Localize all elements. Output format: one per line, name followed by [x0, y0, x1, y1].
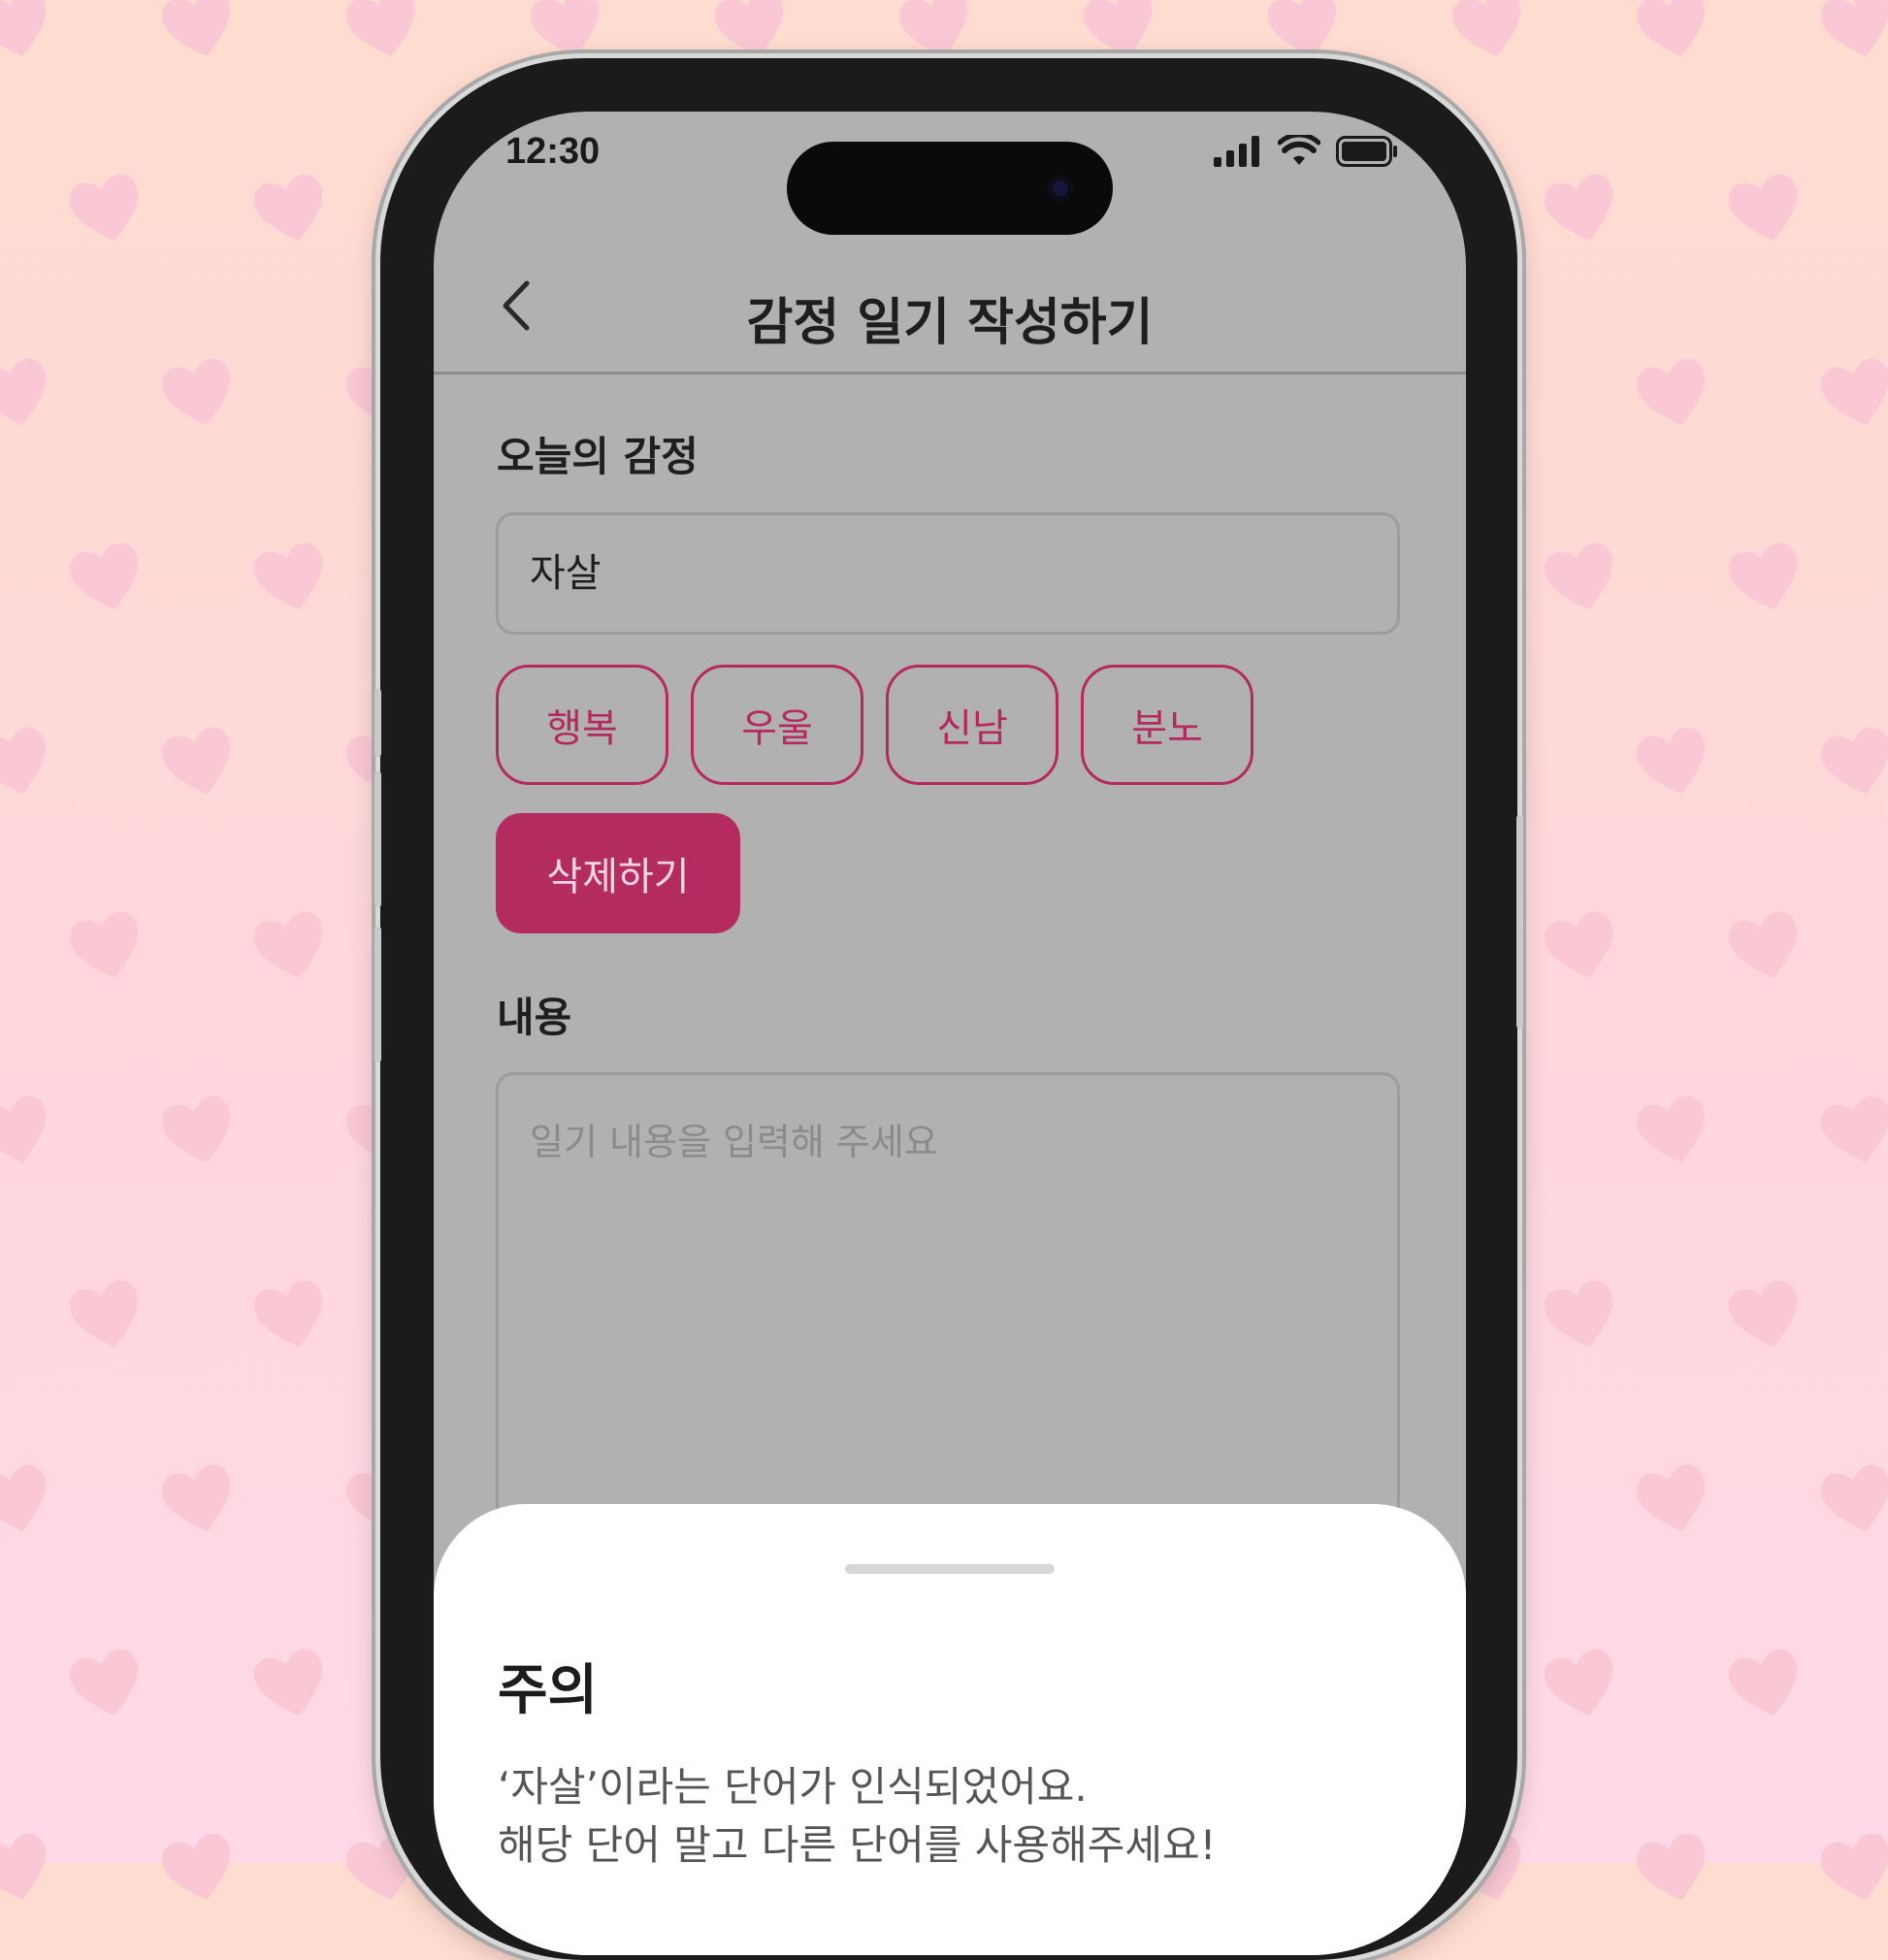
- heart-pattern-icon: [254, 174, 322, 242]
- warning-message-line-1: ‘자살’이라는 단어가 인식되었어요.: [498, 1763, 1088, 1811]
- content-section-label: 내용: [497, 994, 572, 1041]
- heart-pattern-icon: [1729, 174, 1797, 242]
- phone-action-button: [374, 689, 381, 757]
- heart-pattern-icon: [1637, 358, 1705, 426]
- heart-pattern-icon: [0, 0, 46, 57]
- heart-pattern-icon: [0, 727, 46, 795]
- dynamic-island: [787, 142, 1113, 235]
- page-title: 감정 일기 작성하기: [746, 294, 1154, 352]
- heart-pattern-icon: [162, 358, 230, 426]
- heart-pattern-icon: [1545, 1280, 1612, 1348]
- warning-bottom-sheet: 주의 ‘자살’이라는 단어가 인식되었어요. 해당 단어 말고 다른 단어를 사…: [434, 1504, 1466, 1955]
- emotion-chip-excited[interactable]: 신남: [886, 665, 1058, 785]
- heart-pattern-icon: [254, 1280, 322, 1348]
- battery-icon: [1336, 136, 1397, 167]
- heart-pattern-icon: [1729, 1280, 1797, 1348]
- heart-pattern-icon: [70, 542, 138, 610]
- heart-pattern-icon: [1637, 1464, 1705, 1532]
- heart-pattern-icon: [1637, 1095, 1705, 1163]
- status-icons: [1214, 135, 1398, 168]
- heart-pattern-icon: [1821, 727, 1888, 795]
- heart-pattern-icon: [1637, 1833, 1705, 1901]
- navigation-bar: 감정 일기 작성하기: [434, 243, 1466, 375]
- warning-message: ‘자살’이라는 단어가 인식되었어요. 해당 단어 말고 다른 단어를 사용해주…: [498, 1758, 1216, 1875]
- status-time: 12:30: [505, 131, 601, 172]
- heart-pattern-icon: [1729, 542, 1797, 610]
- warning-message-line-2: 해당 단어 말고 다른 단어를 사용해주세요!: [498, 1821, 1217, 1869]
- heart-pattern-icon: [1637, 727, 1705, 795]
- cellular-signal-icon: [1214, 136, 1259, 167]
- emotion-chip-angry[interactable]: 분노: [1081, 665, 1253, 785]
- heart-pattern-icon: [162, 0, 230, 57]
- heart-pattern-icon: [1452, 0, 1520, 57]
- diary-content-placeholder: 일기 내용을 입력해 주세요: [530, 1121, 938, 1163]
- emotion-input[interactable]: 자살: [496, 512, 1400, 635]
- emotion-section-label: 오늘의 감정: [497, 433, 699, 480]
- warning-title: 주의: [498, 1659, 599, 1722]
- heart-pattern-icon: [1729, 911, 1797, 979]
- heart-pattern-icon: [1821, 1095, 1888, 1163]
- heart-pattern-icon: [1821, 0, 1888, 57]
- delete-button[interactable]: 삭제하기: [496, 813, 740, 933]
- phone-screen: 12:30 감정 일기 작성하기 오늘의 감정 자살 행복 우울 신남 분노 삭…: [434, 112, 1466, 1955]
- heart-pattern-icon: [0, 1095, 46, 1163]
- sheet-drag-handle[interactable]: [845, 1564, 1055, 1574]
- phone-power-button: [1516, 815, 1523, 1029]
- heart-pattern-icon: [162, 1095, 230, 1163]
- phone-volume-down-button: [374, 927, 381, 1062]
- heart-pattern-icon: [162, 727, 230, 795]
- heart-pattern-icon: [1821, 1833, 1888, 1901]
- heart-pattern-icon: [254, 542, 322, 610]
- heart-pattern-icon: [0, 1833, 46, 1901]
- heart-pattern-icon: [1637, 0, 1705, 57]
- heart-pattern-icon: [70, 911, 138, 979]
- heart-pattern-icon: [1821, 1464, 1888, 1532]
- wifi-icon: [1278, 135, 1320, 165]
- heart-pattern-icon: [70, 1280, 138, 1348]
- heart-pattern-icon: [1545, 911, 1612, 979]
- phone-volume-up-button: [374, 771, 381, 907]
- heart-pattern-icon: [162, 1833, 230, 1901]
- heart-pattern-icon: [1545, 174, 1612, 242]
- heart-pattern-icon: [70, 1649, 138, 1716]
- heart-pattern-icon: [1821, 358, 1888, 426]
- front-camera-icon: [1047, 175, 1074, 202]
- heart-pattern-icon: [346, 0, 414, 57]
- heart-pattern-icon: [0, 1464, 46, 1532]
- heart-pattern-icon: [1545, 1649, 1612, 1716]
- heart-pattern-icon: [0, 358, 46, 426]
- heart-pattern-icon: [162, 1464, 230, 1532]
- heart-pattern-icon: [254, 911, 322, 979]
- heart-pattern-icon: [70, 174, 138, 242]
- heart-pattern-icon: [254, 1649, 322, 1716]
- emotion-chip-happy[interactable]: 행복: [496, 665, 668, 785]
- heart-pattern-icon: [1545, 542, 1612, 610]
- heart-pattern-icon: [1729, 1649, 1797, 1716]
- emotion-chip-depressed[interactable]: 우울: [691, 665, 863, 785]
